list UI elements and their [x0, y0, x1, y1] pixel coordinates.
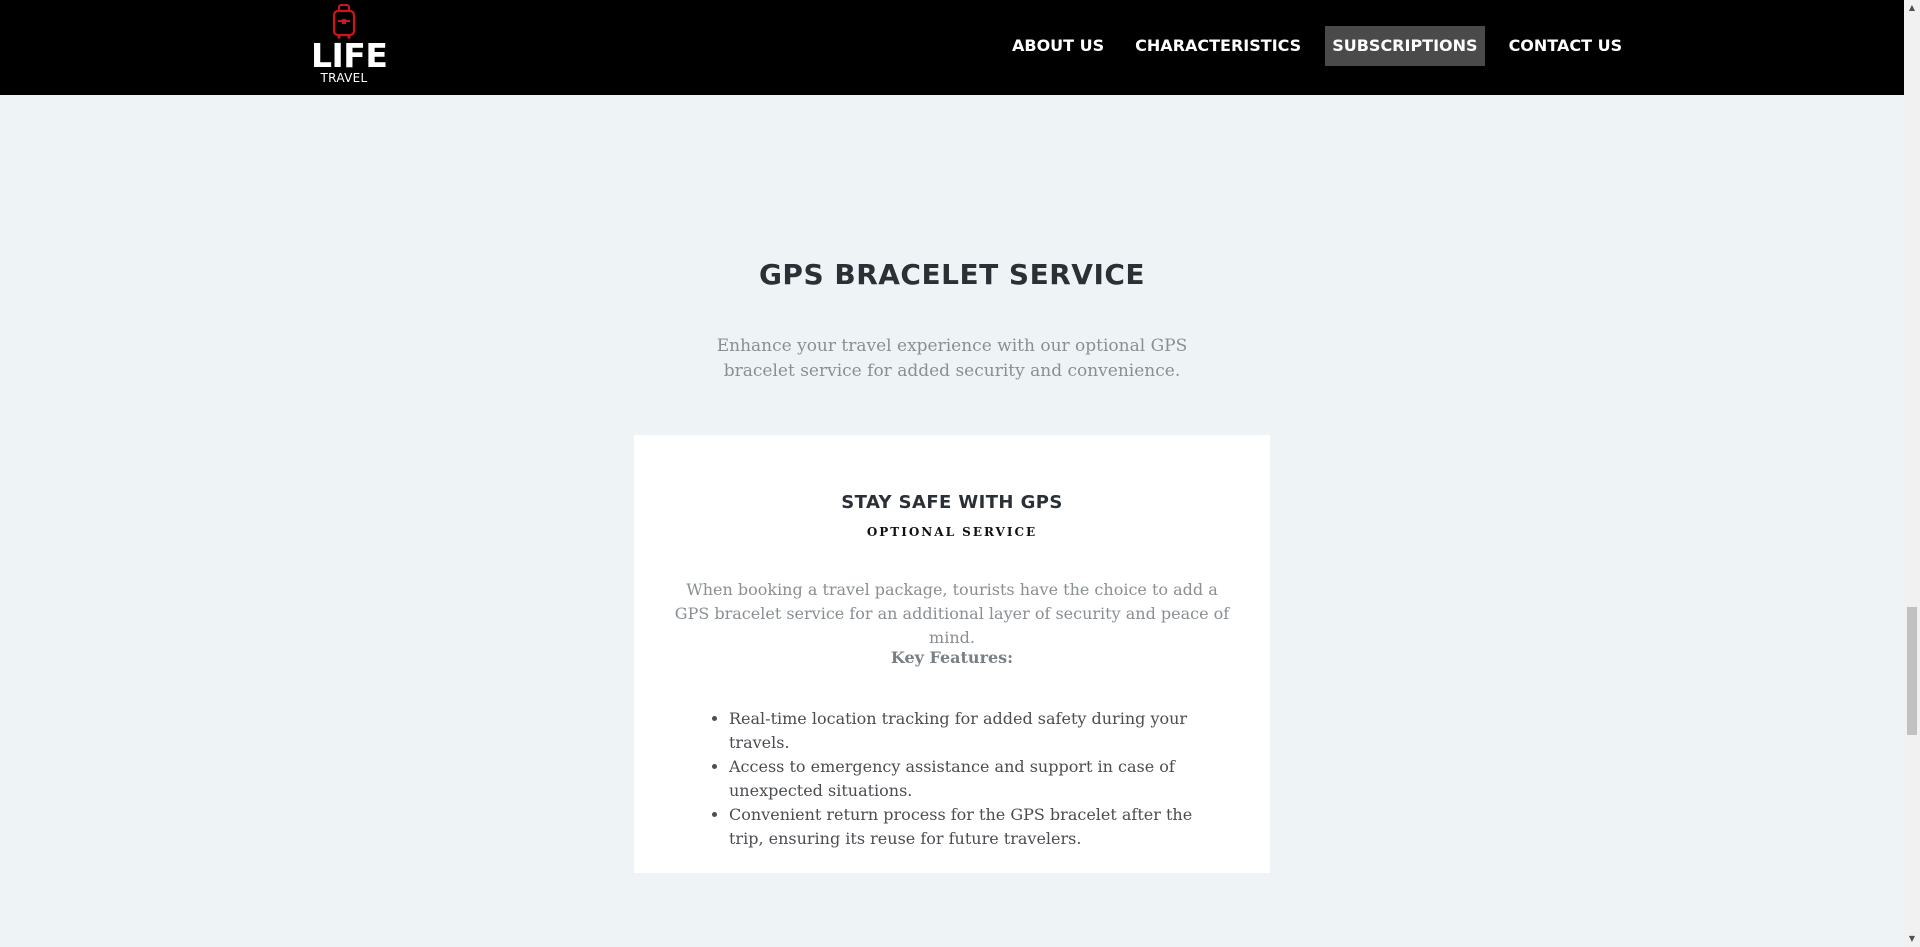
scroll-up-arrow-icon[interactable]: ▲	[1904, 0, 1920, 16]
suitcase-icon	[332, 4, 356, 39]
feature-item: Access to emergency assistance and suppo…	[729, 755, 1224, 803]
nav-contact-us[interactable]: CONTACT US	[1502, 26, 1630, 66]
nav-about-us[interactable]: ABOUT US	[1005, 26, 1111, 66]
logo-subtitle: TRAVEL	[320, 71, 368, 85]
site-header: LIFE TRAVEL ABOUT US CHARACTERISTICS SUB…	[0, 0, 1904, 95]
page-scrollbar[interactable]: ▲ ▼	[1904, 0, 1920, 947]
features-list: Real-time location tracking for added sa…	[694, 707, 1224, 851]
logo-wordmark: LIFE	[311, 36, 388, 75]
section-title: GPS BRACELET SERVICE	[758, 258, 1146, 291]
site-logo[interactable]: LIFE TRAVEL	[311, 4, 388, 90]
card-description: When booking a travel package, tourists …	[674, 580, 1230, 647]
main-nav: ABOUT US CHARACTERISTICS SUBSCRIPTIONS C…	[1005, 26, 1629, 66]
scrollbar-thumb[interactable]	[1907, 607, 1917, 735]
section-subtitle: Enhance your travel experience with our …	[716, 336, 1188, 381]
features-heading: Key Features:	[890, 648, 1014, 667]
gps-service-card: STAY SAFE WITH GPS OPTIONAL SERVICE When…	[634, 435, 1270, 873]
nav-subscriptions[interactable]: SUBSCRIPTIONS	[1325, 26, 1485, 66]
nav-characteristics[interactable]: CHARACTERISTICS	[1128, 26, 1308, 66]
scroll-down-arrow-icon[interactable]: ▼	[1904, 931, 1920, 947]
feature-item: Convenient return process for the GPS br…	[729, 803, 1224, 851]
card-title: STAY SAFE WITH GPS	[841, 492, 1063, 513]
feature-item: Real-time location tracking for added sa…	[729, 707, 1224, 755]
card-tag: OPTIONAL SERVICE	[866, 525, 1038, 539]
